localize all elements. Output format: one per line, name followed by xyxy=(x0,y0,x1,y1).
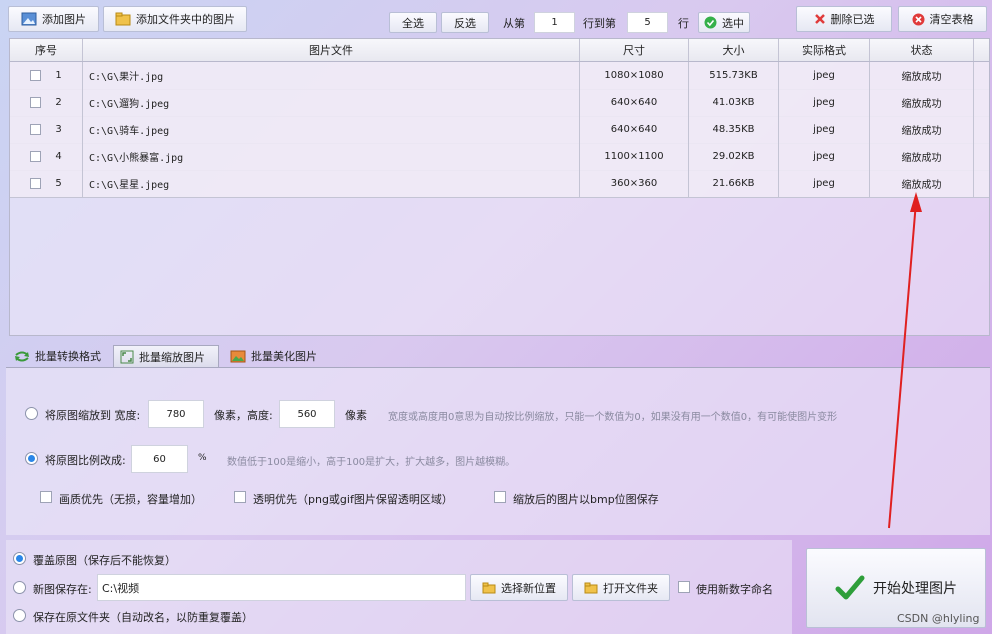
annotation-arrow xyxy=(888,192,922,529)
watermark: CSDN @hlyling xyxy=(897,612,980,625)
